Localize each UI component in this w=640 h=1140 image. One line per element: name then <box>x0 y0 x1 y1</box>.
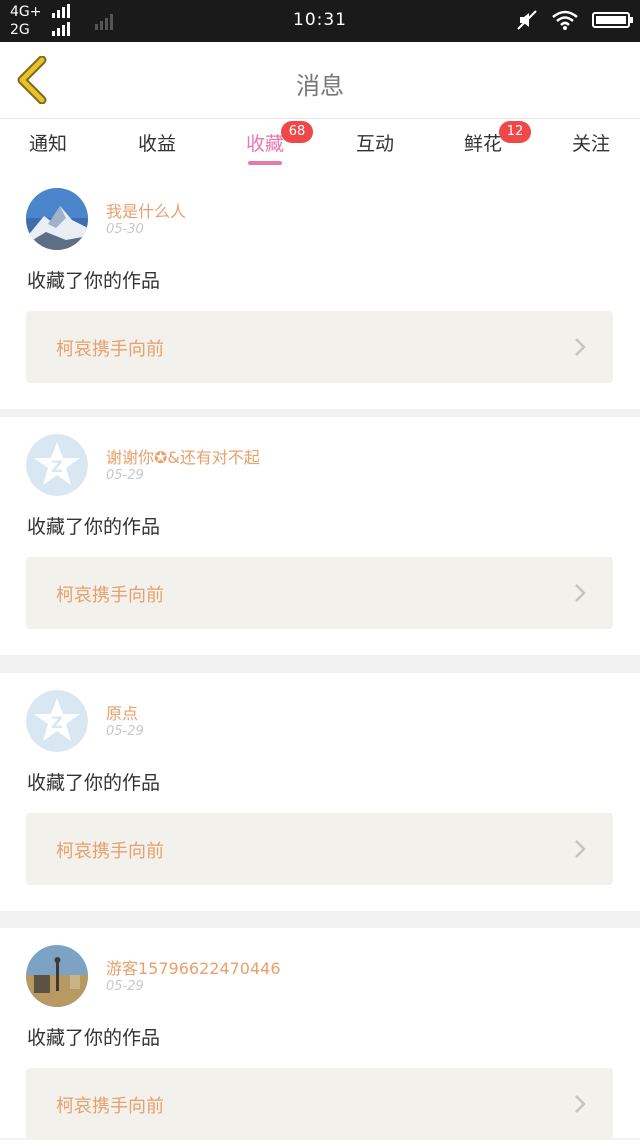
tab-income[interactable]: 收益 <box>117 129 197 156</box>
tab-flowers[interactable]: 鲜花 12 <box>443 121 531 156</box>
work-title: 柯哀携手向前 <box>56 585 164 606</box>
action-text: 收藏了你的作品 <box>27 270 161 292</box>
svg-text:Z: Z <box>51 713 63 732</box>
chevron-right-icon <box>575 1095 586 1113</box>
list-item: 游客15796622470446 05-29 收藏了你的作品 柯哀携手向前 <box>0 928 640 1140</box>
tab-interaction[interactable]: 互动 <box>335 129 415 156</box>
active-tab-indicator <box>248 161 282 165</box>
tab-label: 互动 <box>355 133 394 155</box>
tab-label: 鲜花 <box>463 133 502 155</box>
tab-label: 关注 <box>571 133 610 155</box>
tab-follow[interactable]: 关注 <box>551 129 631 156</box>
work-link[interactable]: 柯哀携手向前 <box>26 1068 613 1140</box>
date: 05-30 <box>106 222 144 237</box>
tab-bar: 通知 收益 收藏 68 互动 鲜花 12 关注 <box>0 119 640 171</box>
username[interactable]: 谢谢你✪&还有对不起 <box>106 444 260 468</box>
list-item: 我是什么人 05-30 收藏了你的作品 柯哀携手向前 <box>0 171 640 409</box>
chevron-right-icon <box>575 584 586 602</box>
work-title: 柯哀携手向前 <box>56 841 164 862</box>
username[interactable]: 我是什么人 <box>106 198 186 222</box>
photo-avatar[interactable] <box>26 945 88 1007</box>
action-text: 收藏了你的作品 <box>27 772 161 794</box>
wifi-icon <box>552 10 578 30</box>
action-text: 收藏了你的作品 <box>27 1027 161 1049</box>
chevron-right-icon <box>575 840 586 858</box>
default-avatar-icon[interactable]: Z <box>26 690 88 752</box>
work-link[interactable]: 柯哀携手向前 <box>26 813 613 885</box>
mute-icon <box>517 10 537 30</box>
tab-label: 收藏 <box>245 133 284 155</box>
tab-favorites[interactable]: 收藏 68 <box>225 121 313 165</box>
flowers-count-badge: 12 <box>499 121 531 143</box>
list-item: Z 原点 05-29 收藏了你的作品 柯哀携手向前 <box>0 673 640 911</box>
chevron-right-icon <box>575 338 586 356</box>
mountain-avatar[interactable] <box>26 188 88 250</box>
work-link[interactable]: 柯哀携手向前 <box>26 311 613 383</box>
svg-text:Z: Z <box>51 457 63 476</box>
nav-bar: 消息 <box>0 42 640 119</box>
date: 05-29 <box>106 979 144 994</box>
tab-label: 收益 <box>137 133 176 155</box>
tab-notice[interactable]: 通知 <box>8 129 88 156</box>
date: 05-29 <box>106 468 144 483</box>
page-title: 消息 <box>296 72 344 100</box>
work-title: 柯哀携手向前 <box>56 1096 164 1117</box>
favorites-count-badge: 68 <box>281 121 313 143</box>
list-item: Z 谢谢你✪&还有对不起 05-29 收藏了你的作品 柯哀携手向前 <box>0 417 640 655</box>
action-text: 收藏了你的作品 <box>27 516 161 538</box>
work-link[interactable]: 柯哀携手向前 <box>26 557 613 629</box>
date: 05-29 <box>106 724 144 739</box>
work-title: 柯哀携手向前 <box>56 339 164 360</box>
status-bar: 4G+ 2G 10:31 <box>0 0 640 42</box>
username[interactable]: 原点 <box>106 700 138 724</box>
default-avatar-icon[interactable]: Z <box>26 434 88 496</box>
battery-icon <box>592 12 633 28</box>
tab-label: 通知 <box>28 133 67 155</box>
username[interactable]: 游客15796622470446 <box>106 955 281 979</box>
